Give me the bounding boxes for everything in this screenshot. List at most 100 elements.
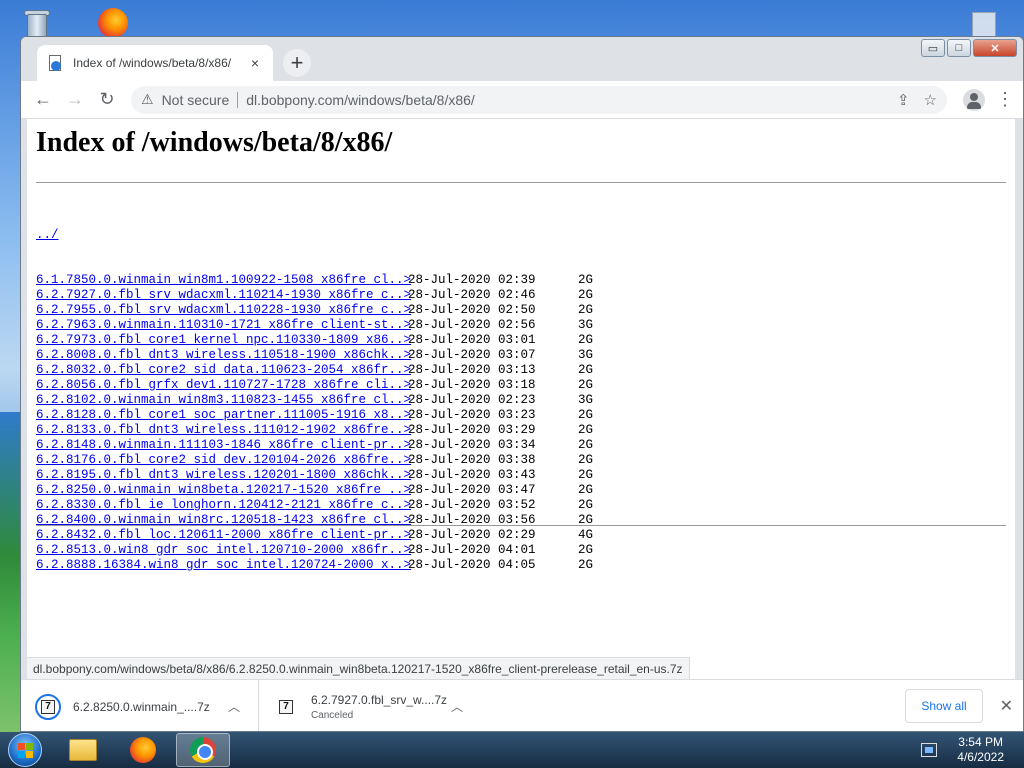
file-link[interactable]: 6.2.8330.0.fbl_ie_longhorn.120412-2121_x… — [36, 498, 411, 513]
chevron-up-icon[interactable]: ︿ — [224, 698, 244, 715]
system-tray: 3:54 PM 4/6/2022 — [921, 735, 1024, 765]
reload-button[interactable]: ↻ — [91, 84, 123, 116]
file-size: 2G — [578, 498, 594, 512]
column-gap — [400, 528, 408, 543]
file-size: 3G — [578, 318, 594, 332]
file-size: 2G — [578, 408, 594, 422]
file-link[interactable]: 6.2.7955.0.fbl_srv_wdacxml.110228-1930_x… — [36, 303, 411, 318]
file-link[interactable]: 6.2.8250.0.winmain_win8beta.120217-1520_… — [36, 483, 411, 498]
file-row: 6.2.8133.0.fbl_dnt3_wireless.111012-1902… — [36, 423, 608, 438]
file-link[interactable]: 6.2.8032.0.fbl_core2_sid_data.110623-205… — [36, 363, 411, 378]
window-controls: ▭ □ ✕ — [921, 39, 1017, 57]
forward-button[interactable]: → — [59, 84, 91, 116]
file-link[interactable]: 6.2.8008.0.fbl_dnt3_wireless.110518-1900… — [36, 348, 411, 363]
file-size: 2G — [578, 303, 594, 317]
file-link[interactable]: 6.2.8195.0.fbl_dnt3_wireless.120201-1800… — [36, 468, 411, 483]
file-link[interactable]: 6.2.7963.0.winmain.110310-1721_x86fre_cl… — [36, 318, 411, 333]
tab-close-icon[interactable]: × — [247, 55, 263, 71]
file-link[interactable]: 6.2.8128.0.fbl_core1_soc_partner.111005-… — [36, 408, 411, 423]
file-row: 6.2.7973.0.fbl_core1_kernel_npc.110330-1… — [36, 333, 608, 348]
file-link[interactable]: 6.2.8148.0.winmain.111103-1846_x86fre_cl… — [36, 438, 411, 453]
download-item[interactable]: 7 6.2.8250.0.winmain_....7z ︿ — [21, 679, 259, 731]
file-size: 2G — [578, 543, 594, 557]
column-gap — [400, 378, 408, 393]
taskbar-firefox[interactable] — [116, 733, 170, 767]
file-link[interactable]: 6.2.8888.16384.win8_gdr_soc_intel.120724… — [36, 558, 411, 573]
chevron-up-icon[interactable]: ︿ — [447, 698, 467, 715]
firefox-desktop-icon[interactable] — [96, 6, 130, 40]
column-gap — [400, 288, 408, 303]
file-row: 6.2.8250.0.winmain_win8beta.120217-1520_… — [36, 483, 608, 498]
file-size: 2G — [578, 363, 594, 377]
column-gap — [400, 318, 408, 333]
file-row: 6.2.8148.0.winmain.111103-1846_x86fre_cl… — [36, 438, 608, 453]
file-date: 28-Jul-2020 02:29 — [408, 528, 536, 542]
file-link[interactable]: 6.2.8513.0.win8_gdr_soc_intel.120710-200… — [36, 543, 411, 558]
file-link[interactable]: 6.2.8176.0.fbl_core2_sid_dev.120104-2026… — [36, 453, 411, 468]
file-row: 6.1.7850.0.winmain_win8m1.100922-1508_x8… — [36, 273, 608, 288]
taskbar-chrome[interactable] — [176, 733, 230, 767]
download-filename: 6.2.7927.0.fbl_srv_w....7z — [310, 692, 448, 707]
download-status-icon: 7 — [273, 694, 299, 720]
page-title: Index of /windows/beta/8/x86/ — [36, 127, 393, 158]
file-link[interactable]: 6.2.8056.0.fbl_grfx_dev1.110727-1728_x86… — [36, 378, 411, 393]
menu-kebab-icon[interactable]: ⋮ — [993, 89, 1017, 110]
file-size: 2G — [578, 453, 594, 467]
file-row: 6.2.8032.0.fbl_core2_sid_data.110623-205… — [36, 363, 608, 378]
share-icon[interactable]: ⇪ — [897, 91, 910, 109]
column-gap — [400, 408, 408, 423]
file-date: 28-Jul-2020 03:01 — [408, 333, 536, 347]
start-button[interactable] — [8, 733, 42, 767]
file-listing: ../ 6.1.7850.0.winmain_win8m1.100922-150… — [36, 198, 608, 603]
column-gap — [400, 393, 408, 408]
file-row: 6.2.8888.16384.win8_gdr_soc_intel.120724… — [36, 558, 608, 573]
tab-active[interactable]: Index of /windows/beta/8/x86/ × — [37, 45, 273, 81]
file-date: 28-Jul-2020 03:34 — [408, 438, 536, 452]
column-gap — [400, 273, 408, 288]
clock-time: 3:54 PM — [958, 735, 1003, 749]
back-button[interactable]: ← — [27, 84, 59, 116]
file-date: 28-Jul-2020 02:23 — [408, 393, 536, 407]
minimize-button[interactable]: ▭ — [921, 39, 945, 57]
download-item[interactable]: 7 6.2.7927.0.fbl_srv_w....7z Canceled ︿ — [259, 680, 481, 732]
download-text: 6.2.8250.0.winmain_....7z — [73, 700, 224, 714]
column-gap — [400, 438, 408, 453]
url-text[interactable]: dl.bobpony.com/windows/beta/8/x86/ — [246, 92, 883, 108]
file-link[interactable]: 6.2.8133.0.fbl_dnt3_wireless.111012-1902… — [36, 423, 411, 438]
warning-icon[interactable]: ⚠ — [141, 91, 154, 108]
file-date: 28-Jul-2020 04:01 — [408, 543, 536, 557]
file-link[interactable]: 6.2.8432.0.fbl_loc.120611-2000_x86fre_cl… — [36, 528, 411, 543]
file-size: 2G — [578, 468, 594, 482]
address-bar[interactable]: ⚠ Not secure dl.bobpony.com/windows/beta… — [131, 85, 947, 114]
file-size: 2G — [578, 288, 594, 302]
file-date: 28-Jul-2020 03:18 — [408, 378, 536, 392]
file-link[interactable]: 6.2.8102.0.winmain_win8m3.110823-1455_x8… — [36, 393, 411, 408]
folder-icon — [69, 739, 97, 761]
browser-window: Index of /windows/beta/8/x86/ × + ▭ □ ✕ … — [20, 36, 1024, 732]
column-gap — [400, 558, 408, 573]
file-link[interactable]: 6.2.7927.0.fbl_srv_wdacxml.110214-1930_x… — [36, 288, 411, 303]
clock[interactable]: 3:54 PM 4/6/2022 — [957, 735, 1004, 765]
download-filename: 6.2.8250.0.winmain_....7z — [73, 699, 210, 714]
file-link[interactable]: 6.1.7850.0.winmain_win8m1.100922-1508_x8… — [36, 273, 411, 288]
download-status: Canceled — [310, 709, 354, 721]
new-tab-button[interactable]: + — [283, 49, 311, 77]
network-icon[interactable] — [921, 743, 938, 757]
clock-date: 4/6/2022 — [957, 750, 1004, 764]
column-gap — [400, 483, 408, 498]
parent-directory-link[interactable]: ../ — [36, 228, 400, 243]
file-date: 28-Jul-2020 03:07 — [408, 348, 536, 362]
close-shelf-icon[interactable]: ✕ — [1000, 696, 1013, 716]
chrome-icon — [190, 737, 216, 763]
taskbar-explorer[interactable] — [56, 733, 110, 767]
bookmark-star-icon[interactable]: ☆ — [924, 91, 937, 109]
file-link[interactable]: 6.2.7973.0.fbl_core1_kernel_npc.110330-1… — [36, 333, 411, 348]
close-window-button[interactable]: ✕ — [973, 39, 1017, 57]
not-secure-label[interactable]: Not secure — [162, 92, 230, 108]
maximize-button[interactable]: □ — [947, 39, 971, 57]
divider-bottom — [36, 525, 1006, 526]
file-row: 6.2.7955.0.fbl_srv_wdacxml.110228-1930_x… — [36, 303, 608, 318]
profile-avatar-icon[interactable] — [963, 88, 985, 111]
show-all-button[interactable]: Show all — [905, 689, 983, 723]
file-row: 6.2.8128.0.fbl_core1_soc_partner.111005-… — [36, 408, 608, 423]
